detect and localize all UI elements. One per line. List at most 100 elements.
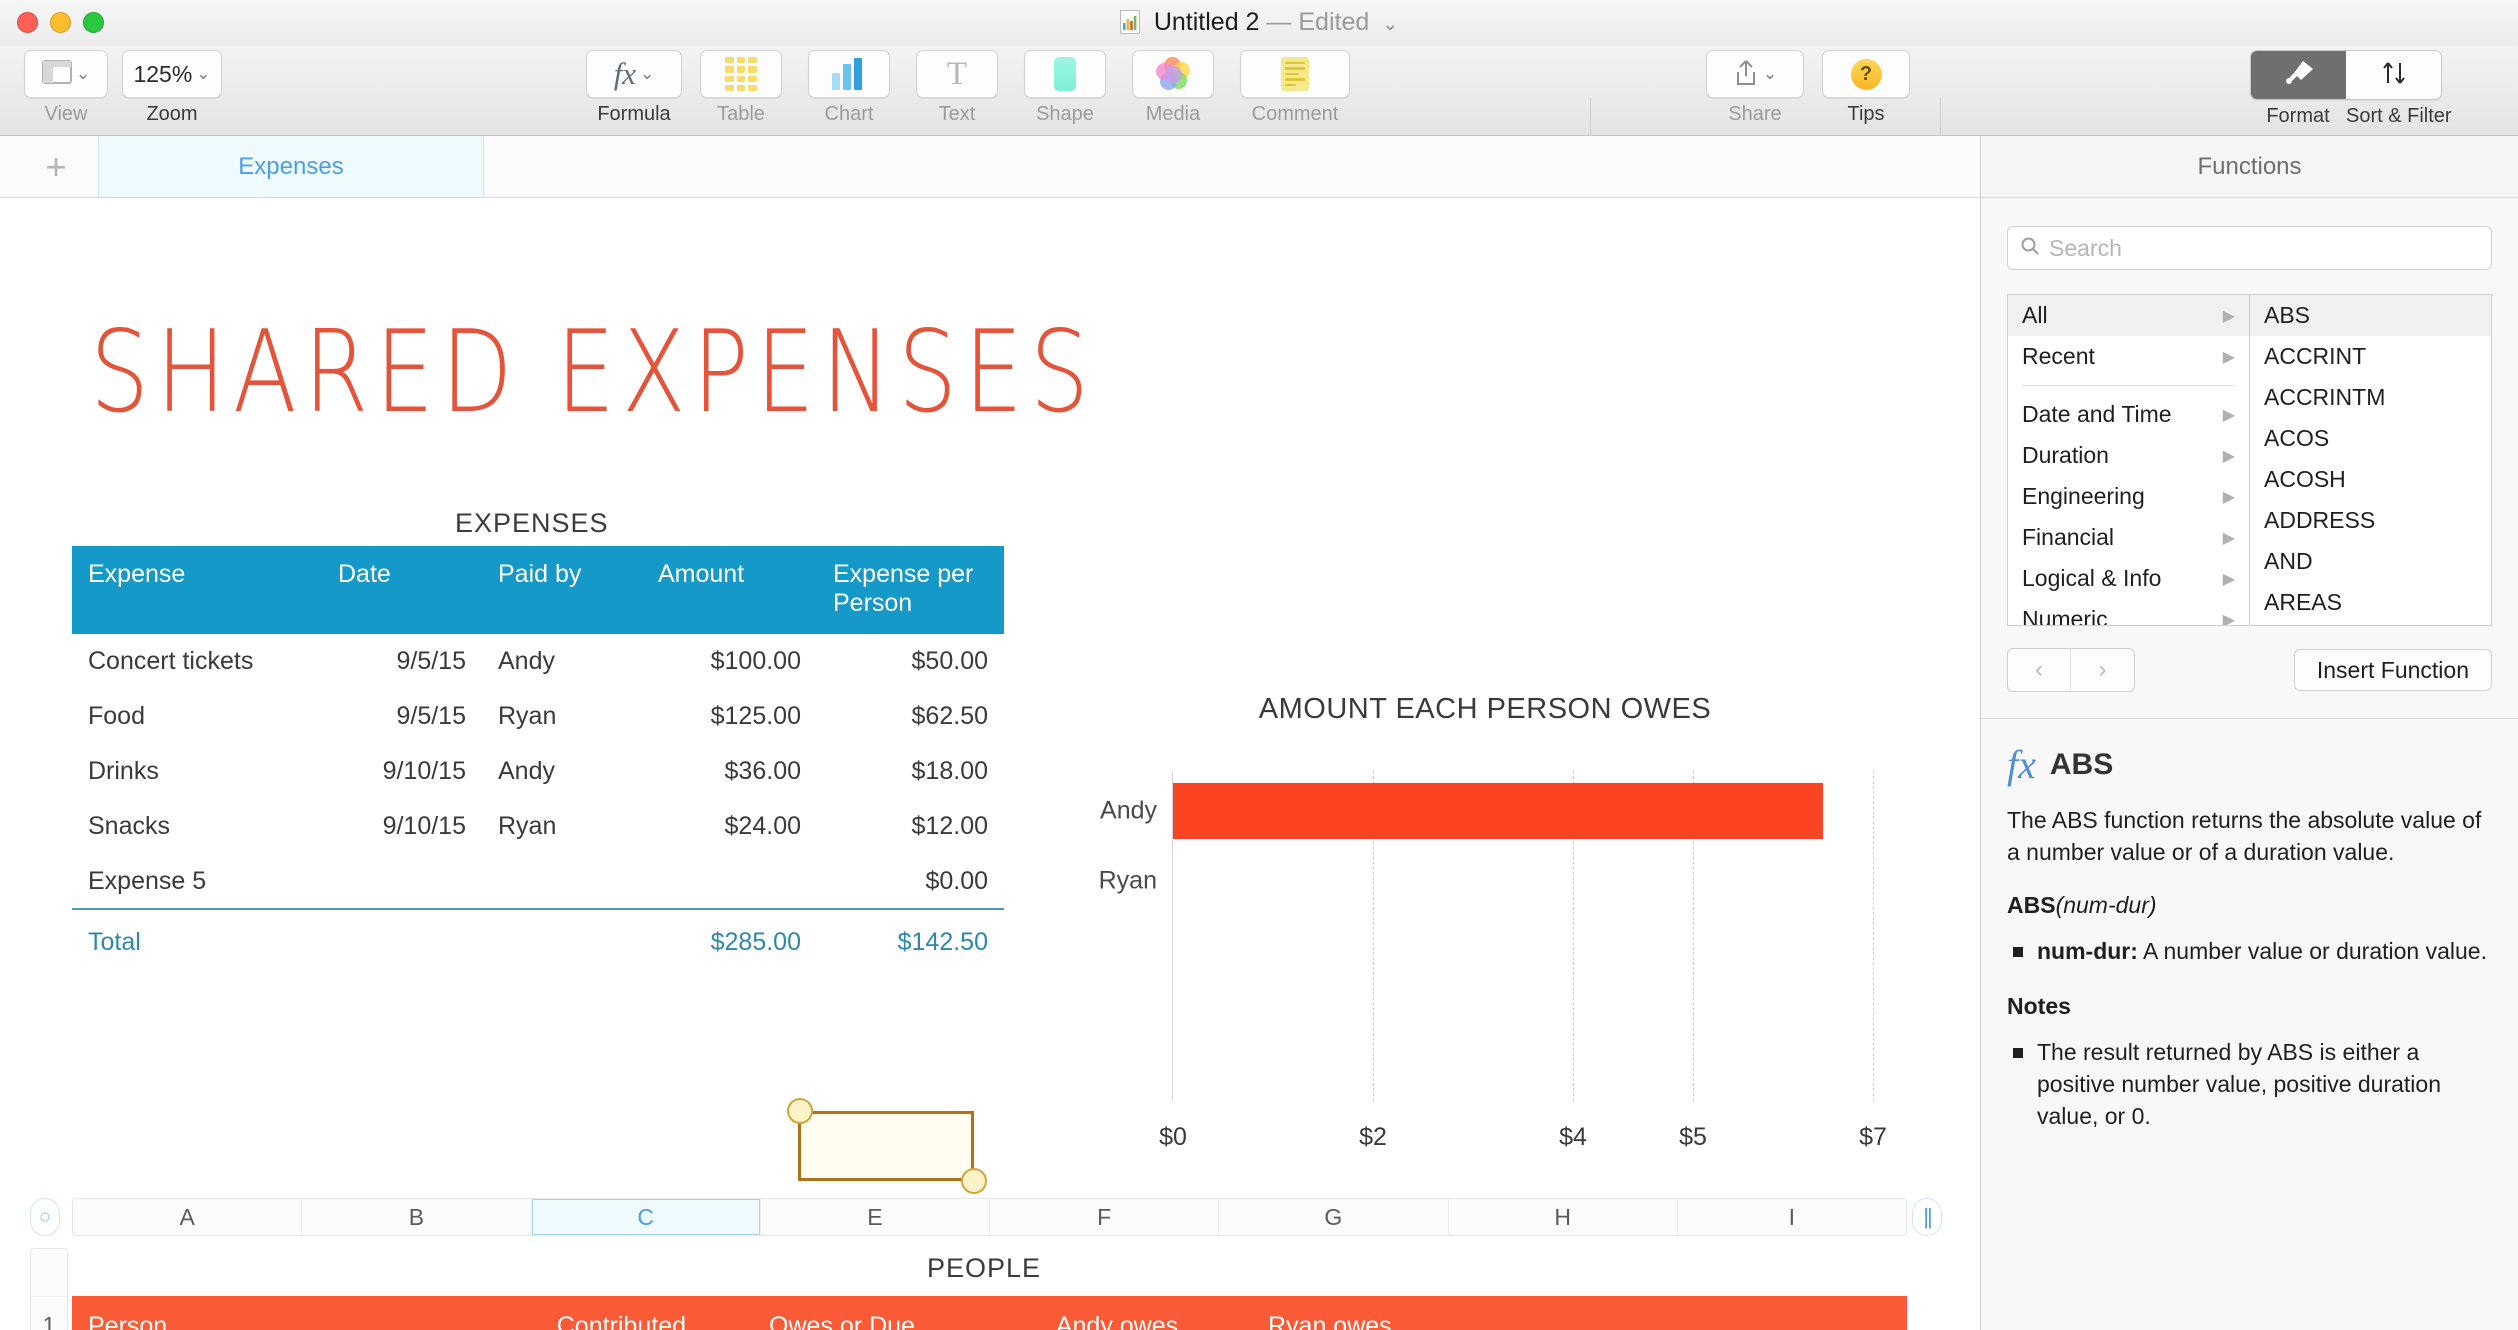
people-table[interactable]: Person Contributed Owes or Due Andy owes… — [72, 1296, 1907, 1330]
chevron-right-icon: ▶ — [2222, 307, 2235, 325]
cell-per-person[interactable]: $0.00 — [817, 854, 1004, 909]
cell-amount[interactable]: $24.00 — [642, 799, 817, 854]
function-category-list[interactable]: All ▶ Recent ▶ Date and Time ▶ Duration ▶ En… — [2008, 295, 2250, 625]
cell-per-person[interactable]: $18.00 — [817, 744, 1004, 799]
cell-paid-by[interactable]: Andy — [482, 634, 642, 689]
column-header-h[interactable]: H — [1449, 1199, 1678, 1235]
cell-per-person[interactable]: $12.00 — [817, 799, 1004, 854]
function-category-logical-and-info[interactable]: Logical & Info ▶ — [2008, 558, 2249, 599]
cell-paid-by[interactable] — [482, 854, 642, 909]
cell-expense[interactable]: Drinks — [72, 744, 322, 799]
cell-date[interactable]: 9/10/15 — [322, 744, 482, 799]
function-category-duration[interactable]: Duration ▶ — [2008, 435, 2249, 476]
column-header-a[interactable]: A — [73, 1199, 303, 1235]
formula-button[interactable]: fx ⌄ Formula — [586, 50, 682, 125]
column-header-c[interactable]: C — [531, 1199, 761, 1235]
cell-amount[interactable]: $125.00 — [642, 689, 817, 744]
cell-expense[interactable]: Food — [72, 689, 322, 744]
cell-total-label[interactable]: Total — [72, 908, 322, 971]
list-item[interactable]: ADDRESS — [2250, 500, 2491, 541]
cell-total-b[interactable] — [322, 908, 482, 971]
cell-paid-by[interactable]: Ryan — [482, 799, 642, 854]
function-doc-notes-heading: Notes — [2007, 993, 2071, 1019]
previous-function-button[interactable]: ‹ — [2008, 649, 2071, 691]
list-item[interactable]: ACOSH — [2250, 459, 2491, 500]
zoom-value: 125% — [133, 60, 193, 87]
function-search-input[interactable]: Search — [2049, 235, 2122, 262]
function-category-financial[interactable]: Financial ▶ — [2008, 517, 2249, 558]
cell-date[interactable]: 9/5/15 — [322, 689, 482, 744]
cell-paid-by[interactable]: Andy — [482, 744, 642, 799]
column-header-e[interactable]: E — [761, 1199, 990, 1235]
function-category-date-and-time[interactable]: Date and Time ▶ — [2008, 394, 2249, 435]
signature-function-name: ABS — [2007, 892, 2056, 918]
cell-amount[interactable] — [642, 854, 817, 909]
sort-filter-button[interactable] — [2346, 51, 2441, 99]
owes-bar-chart[interactable]: AMOUNT EACH PERSON OWES Andy Ryan $0 $2 … — [1060, 693, 1910, 1173]
column-header-i[interactable]: I — [1678, 1199, 1906, 1235]
comment-button[interactable]: Comment — [1240, 50, 1350, 125]
chart-button[interactable]: Chart — [808, 50, 890, 125]
row-header-1[interactable]: 1 — [31, 1297, 67, 1330]
cell-expense[interactable]: Snacks — [72, 799, 322, 854]
expenses-table[interactable]: Expense Date Paid by Amount Expense per … — [72, 546, 1004, 971]
table-button[interactable]: Table — [700, 50, 782, 125]
cell-total-per-person[interactable]: $142.50 — [817, 908, 1004, 971]
function-category-engineering[interactable]: Engineering ▶ — [2008, 476, 2249, 517]
title-chevron-down-icon[interactable]: ⌄ — [1382, 14, 1398, 35]
function-category-numeric[interactable]: Numeric ▶ — [2008, 599, 2249, 625]
chart-category-label-andy: Andy — [1100, 796, 1157, 825]
column-strip-left-handle[interactable]: ○ — [30, 1198, 60, 1236]
selected-cell-outline[interactable] — [787, 1098, 987, 1194]
column-header-g[interactable]: G — [1219, 1199, 1449, 1235]
cell-amount[interactable]: $100.00 — [642, 634, 817, 689]
chart-xtick-1: $2 — [1359, 1123, 1387, 1151]
tips-button[interactable]: ? Tips — [1822, 50, 1910, 125]
chart-bar-andy[interactable] — [1173, 783, 1823, 839]
row-header-spacer — [31, 1249, 67, 1297]
cell-date[interactable]: 9/5/15 — [322, 634, 482, 689]
selection-handle-top-left[interactable] — [787, 1098, 813, 1124]
media-button[interactable]: Media — [1132, 50, 1214, 125]
share-button[interactable]: ⌄ Share — [1706, 50, 1804, 125]
column-header-b[interactable]: B — [302, 1199, 532, 1235]
format-button[interactable] — [2251, 51, 2346, 99]
list-item[interactable]: ABS — [2250, 295, 2491, 336]
cell-date[interactable] — [322, 854, 482, 909]
cell-date[interactable]: 9/10/15 — [322, 799, 482, 854]
cell-total-amount[interactable]: $285.00 — [642, 908, 817, 971]
function-search-box[interactable]: Search — [2007, 226, 2492, 270]
cell-per-person[interactable]: $50.00 — [817, 634, 1004, 689]
cell-per-person[interactable]: $62.50 — [817, 689, 1004, 744]
list-item[interactable]: AREAS — [2250, 582, 2491, 623]
functions-inspector-panel: Functions Search All ▶ Recent ▶ Date and T… — [1980, 136, 2518, 1330]
column-strip-right-handle[interactable]: || — [1912, 1198, 1942, 1236]
view-icon — [41, 59, 72, 89]
cell-paid-by[interactable]: Ryan — [482, 689, 642, 744]
view-button[interactable]: ⌄ View — [24, 50, 108, 125]
shape-button[interactable]: Shape — [1024, 50, 1106, 125]
list-item[interactable]: ACOS — [2250, 418, 2491, 459]
list-item[interactable]: ASIN — [2250, 623, 2491, 625]
next-function-button[interactable]: › — [2071, 649, 2134, 691]
sheet-tab-expenses[interactable]: Expenses — [98, 136, 484, 197]
function-name-list[interactable]: ABS ACCRINT ACCRINTM ACOS ACOSH ADDRESS … — [2250, 295, 2491, 625]
text-button[interactable]: T Text — [916, 50, 998, 125]
fx-icon: fx — [2007, 742, 2036, 787]
list-item[interactable]: ACCRINT — [2250, 336, 2491, 377]
cell-total-c[interactable] — [482, 908, 642, 971]
cell-amount[interactable]: $36.00 — [642, 744, 817, 799]
function-category-recent[interactable]: Recent ▶ — [2008, 336, 2249, 377]
column-header-f[interactable]: F — [990, 1199, 1220, 1235]
cell-expense[interactable]: Concert tickets — [72, 634, 322, 689]
add-sheet-button[interactable]: + — [16, 136, 96, 197]
insert-function-button[interactable]: Insert Function — [2293, 649, 2492, 691]
cell-expense[interactable]: Expense 5 — [72, 854, 322, 909]
list-item[interactable]: ACCRINTM — [2250, 377, 2491, 418]
list-item[interactable]: AND — [2250, 541, 2491, 582]
selection-handle-bottom-right[interactable] — [961, 1168, 987, 1194]
people-col-contributed: Contributed — [412, 1296, 702, 1330]
function-category-all[interactable]: All ▶ — [2008, 295, 2249, 336]
zoom-button[interactable]: 125% ⌄ Zoom — [122, 50, 222, 125]
comment-icon — [1281, 57, 1309, 91]
